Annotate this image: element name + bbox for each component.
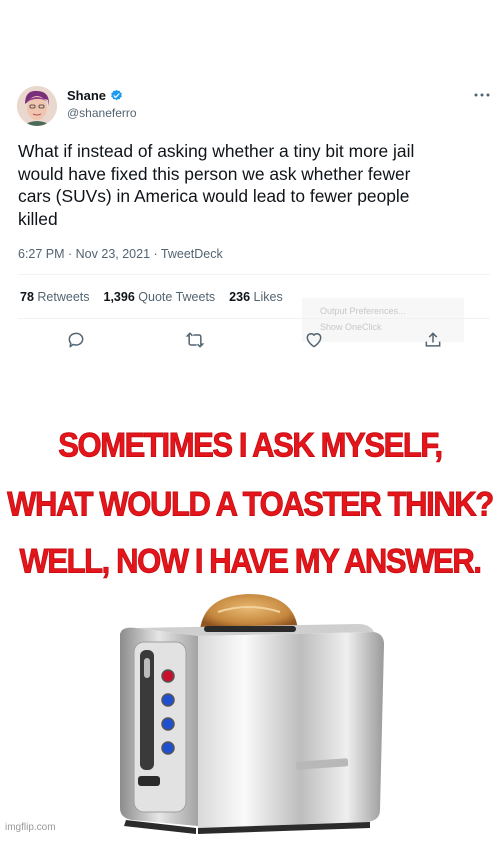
quotes-label: Quote Tweets bbox=[138, 290, 216, 304]
likes-count: 236 bbox=[229, 290, 251, 304]
like-icon[interactable] bbox=[304, 330, 324, 350]
tweet-text-line: killed bbox=[18, 208, 58, 229]
more-icon[interactable] bbox=[474, 85, 490, 103]
tweet-text-line: What if instead of asking whether a tiny… bbox=[18, 141, 415, 161]
quotes-stat[interactable]: 1,396 Quote Tweets bbox=[104, 290, 216, 304]
retweets-label: Retweets bbox=[37, 290, 90, 304]
tweet-text: What if instead of asking whether a tiny… bbox=[18, 140, 478, 230]
display-name[interactable]: Shane bbox=[67, 88, 123, 103]
meme-caption-line: SOMETIMES I ASK MYSELF, bbox=[58, 425, 444, 465]
watermark: imgflip.com bbox=[5, 822, 56, 833]
tweet-timestamp[interactable]: 6:27 PM · Nov 23, 2021 · TweetDeck bbox=[18, 247, 223, 261]
divider bbox=[18, 274, 490, 275]
likes-stat[interactable]: 236 Likes bbox=[229, 290, 283, 304]
tweet-text-line: would have fixed this person we ask whet… bbox=[18, 163, 411, 184]
tweet-text-line: cars (SUVs) in America would lead to few… bbox=[18, 186, 410, 206]
retweet-icon[interactable] bbox=[185, 330, 205, 350]
display-name-text: Shane bbox=[67, 88, 107, 103]
retweets-count: 78 bbox=[20, 290, 34, 304]
tweet-actions bbox=[0, 330, 500, 350]
toaster-image bbox=[108, 588, 398, 838]
quotes-count: 1,396 bbox=[103, 290, 135, 304]
likes-label: Likes bbox=[253, 290, 283, 304]
avatar-photo bbox=[17, 86, 57, 126]
share-icon[interactable] bbox=[423, 330, 443, 350]
user-handle[interactable]: @shaneferro bbox=[67, 106, 137, 120]
retweets-stat[interactable]: 78 Retweets bbox=[20, 290, 90, 304]
context-menu-item[interactable]: Output Preferences... bbox=[302, 298, 464, 316]
tweet-stats: 78 Retweets 1,396 Quote Tweets 236 Likes bbox=[20, 290, 283, 304]
meme-caption-line: WELL, NOW I HAVE MY ANSWER. bbox=[19, 541, 482, 581]
avatar[interactable] bbox=[17, 86, 57, 126]
verified-icon bbox=[111, 89, 122, 101]
meme-caption-line: WHAT WOULD A TOASTER THINK? bbox=[7, 484, 495, 524]
reply-icon[interactable] bbox=[66, 330, 86, 350]
